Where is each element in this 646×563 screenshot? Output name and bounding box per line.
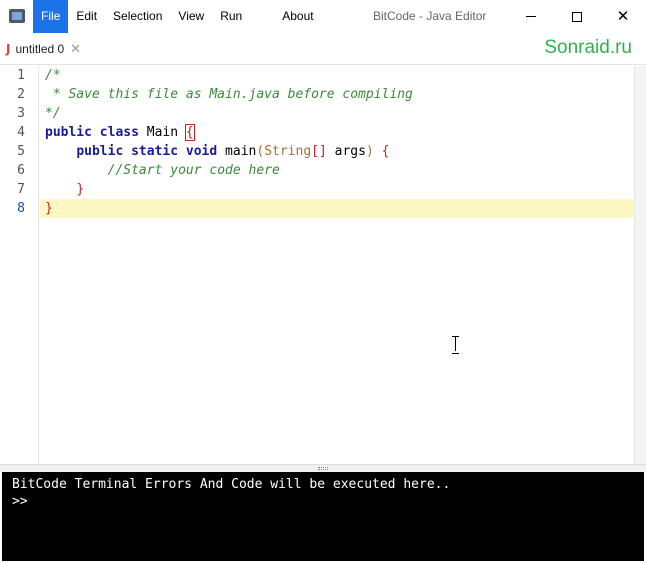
code-line-8[interactable]: } — [45, 199, 53, 218]
brace: { — [381, 144, 390, 159]
line-number: 4 — [17, 125, 25, 140]
comment: */ — [45, 106, 61, 121]
code-line-7[interactable]: } — [45, 180, 84, 199]
line-number: 1 — [17, 68, 25, 83]
keyword: public — [76, 144, 124, 159]
menu-file[interactable]: File — [33, 0, 69, 33]
line-number: 2 — [17, 87, 25, 102]
line-number: 3 — [17, 106, 25, 121]
paren: ) — [365, 144, 374, 159]
close-icon: ✕ — [616, 7, 630, 25]
maximize-button[interactable] — [554, 0, 600, 33]
terminal-prompt[interactable]: >> — [12, 493, 634, 510]
app-icon — [9, 9, 25, 23]
comment: /* — [45, 68, 61, 83]
menu-run[interactable]: Run — [212, 0, 250, 33]
code-line-4[interactable]: public class Main { — [45, 123, 195, 142]
keyword: static — [131, 144, 179, 159]
tab-close-icon[interactable]: ✕ — [70, 42, 81, 57]
line-number: 7 — [17, 182, 25, 197]
line-number: 5 — [17, 144, 25, 159]
method-name: main — [225, 144, 257, 159]
class-name: Main — [146, 125, 179, 140]
comment: //Start your code here — [107, 163, 280, 178]
comment: * Save this file as Main.java before com… — [45, 87, 413, 102]
menu-edit[interactable]: Edit — [68, 0, 105, 33]
code-line-6[interactable]: //Start your code here — [45, 161, 280, 180]
line-number: 6 — [17, 163, 25, 178]
code-line-3[interactable]: */ — [45, 104, 61, 123]
brand-watermark: Sonraid.ru — [544, 37, 632, 58]
minimize-button[interactable] — [508, 0, 554, 33]
code-area[interactable]: /* * Save this file as Main.java before … — [40, 66, 634, 464]
active-line-highlight — [40, 199, 634, 218]
panel-splitter[interactable] — [0, 464, 646, 472]
code-editor[interactable]: 1 2 3 4 5 6 7 8 /* * Save this file as M… — [0, 66, 646, 464]
code-line-1[interactable]: /* — [45, 66, 61, 85]
brace: } — [76, 182, 85, 197]
brackets: [] — [311, 144, 327, 159]
vertical-scrollbar[interactable] — [634, 66, 646, 464]
keyword: class — [99, 125, 139, 140]
line-number-gutter: 1 2 3 4 5 6 7 8 — [0, 66, 39, 464]
param-name: args — [334, 144, 366, 159]
close-button[interactable]: ✕ — [600, 0, 646, 33]
keyword: public — [45, 125, 92, 140]
tab-bar: J untitled 0 ✕ Sonraid.ru — [0, 33, 646, 65]
line-number-current: 8 — [17, 201, 25, 216]
brace: } — [45, 201, 53, 216]
title-bar: File Edit Selection View Run About BitCo… — [0, 0, 646, 33]
grip-icon — [318, 467, 328, 470]
maximize-icon — [572, 11, 582, 22]
keyword: void — [185, 144, 218, 159]
code-line-5[interactable]: public static void main(String[] args) { — [45, 142, 389, 161]
terminal-line: BitCode Terminal Errors And Code will be… — [12, 477, 451, 492]
minimize-icon — [526, 16, 536, 17]
java-file-icon: J — [6, 42, 11, 56]
matched-brace: { — [184, 124, 195, 141]
terminal-panel[interactable]: BitCode Terminal Errors And Code will be… — [2, 472, 644, 561]
window-title: BitCode - Java Editor — [373, 9, 487, 23]
code-line-2[interactable]: * Save this file as Main.java before com… — [45, 85, 413, 104]
menu-view[interactable]: View — [170, 0, 212, 33]
menu-bar: File Edit Selection View Run About — [33, 0, 322, 33]
tab-untitled-0[interactable]: J untitled 0 ✕ — [6, 39, 81, 59]
tab-label: untitled 0 — [15, 42, 65, 56]
menu-selection[interactable]: Selection — [105, 0, 170, 33]
ibeam-cursor-icon — [452, 336, 460, 354]
menu-about[interactable]: About — [274, 0, 321, 33]
paren: ( — [256, 144, 265, 159]
type-name: String — [264, 144, 312, 159]
